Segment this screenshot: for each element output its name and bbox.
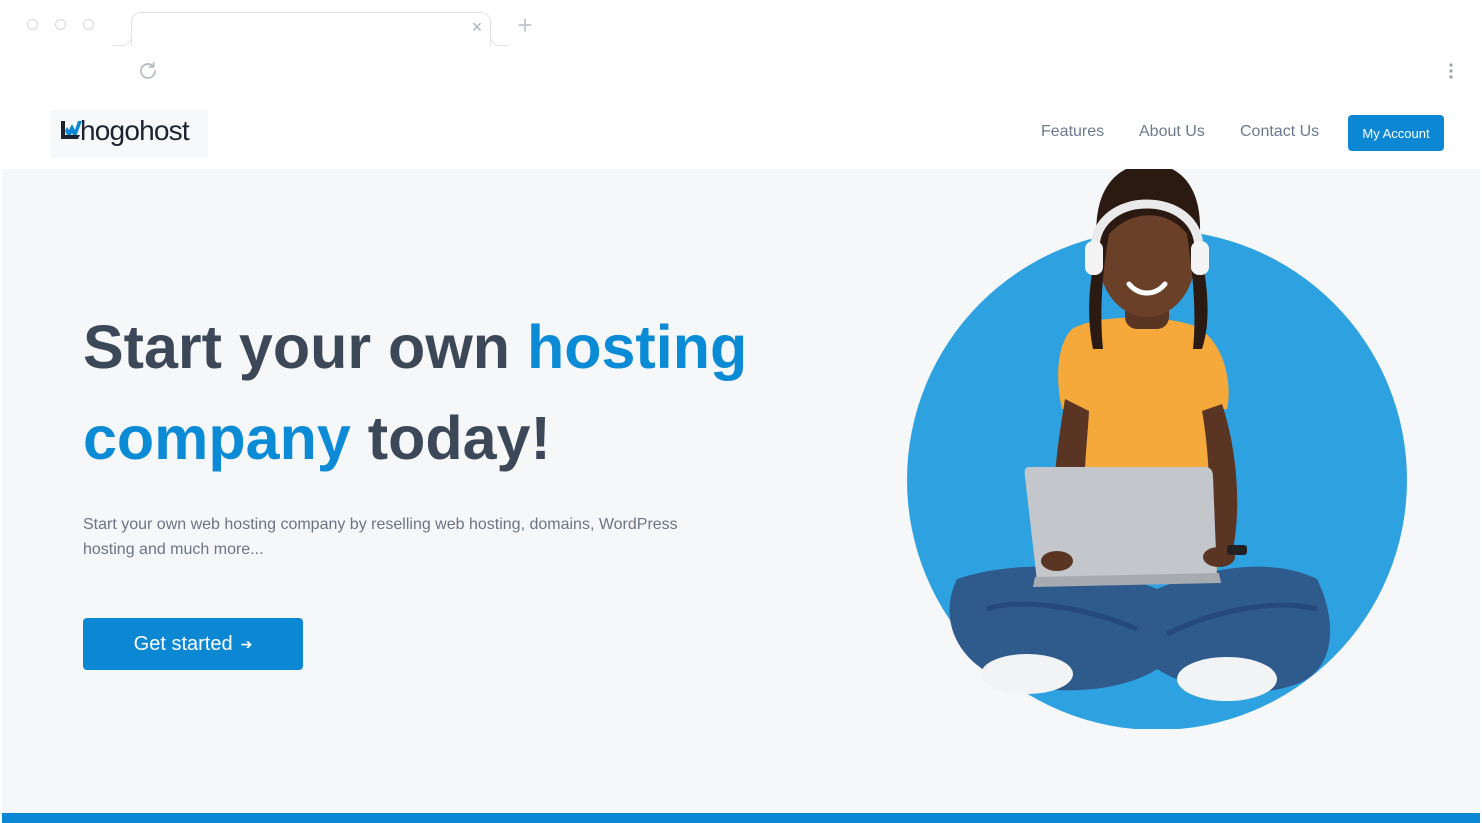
kebab-menu-icon[interactable] (1443, 62, 1459, 80)
nav-link-features[interactable]: Features (1041, 122, 1104, 142)
tab-corner-right (490, 31, 509, 46)
tab-corner-left (113, 31, 132, 46)
nav-link-contact-us[interactable]: Contact Us (1240, 122, 1319, 142)
hero-section: Start your own hosting company today! St… (2, 169, 1480, 814)
nav-link-about-us[interactable]: About Us (1139, 122, 1205, 142)
browser-chrome: × + (0, 0, 1482, 100)
hero-title: Start your own hosting company today! (83, 302, 823, 484)
sneaker-left (981, 654, 1073, 694)
hero-title-part2: today! (350, 404, 551, 472)
bottom-accent-bar (2, 813, 1480, 823)
hero-subtitle: Start your own web hosting company by re… (83, 516, 678, 558)
browser-tab[interactable] (131, 12, 491, 46)
get-started-label: Get started (133, 633, 233, 655)
window-minimize-dot[interactable] (55, 19, 66, 30)
window-close-dot[interactable] (27, 19, 38, 30)
logo[interactable]: hogohost (50, 110, 208, 158)
reload-icon[interactable] (136, 59, 160, 83)
arrow-right-icon: ➔ (240, 636, 253, 652)
logo-text: hogohost (80, 115, 190, 146)
close-icon[interactable]: × (468, 18, 486, 36)
window-maximize-dot[interactable] (83, 19, 94, 30)
hero-title-part1: Start your own (83, 313, 527, 381)
my-account-button[interactable]: My Account (1348, 115, 1444, 151)
get-started-button[interactable]: Get started ➔ (83, 618, 303, 670)
hero-illustration (907, 169, 1407, 729)
site-header: hogohost Features About Us Contact Us My… (0, 100, 1482, 169)
sneaker-right (1177, 657, 1277, 701)
plus-icon[interactable]: + (514, 12, 536, 38)
